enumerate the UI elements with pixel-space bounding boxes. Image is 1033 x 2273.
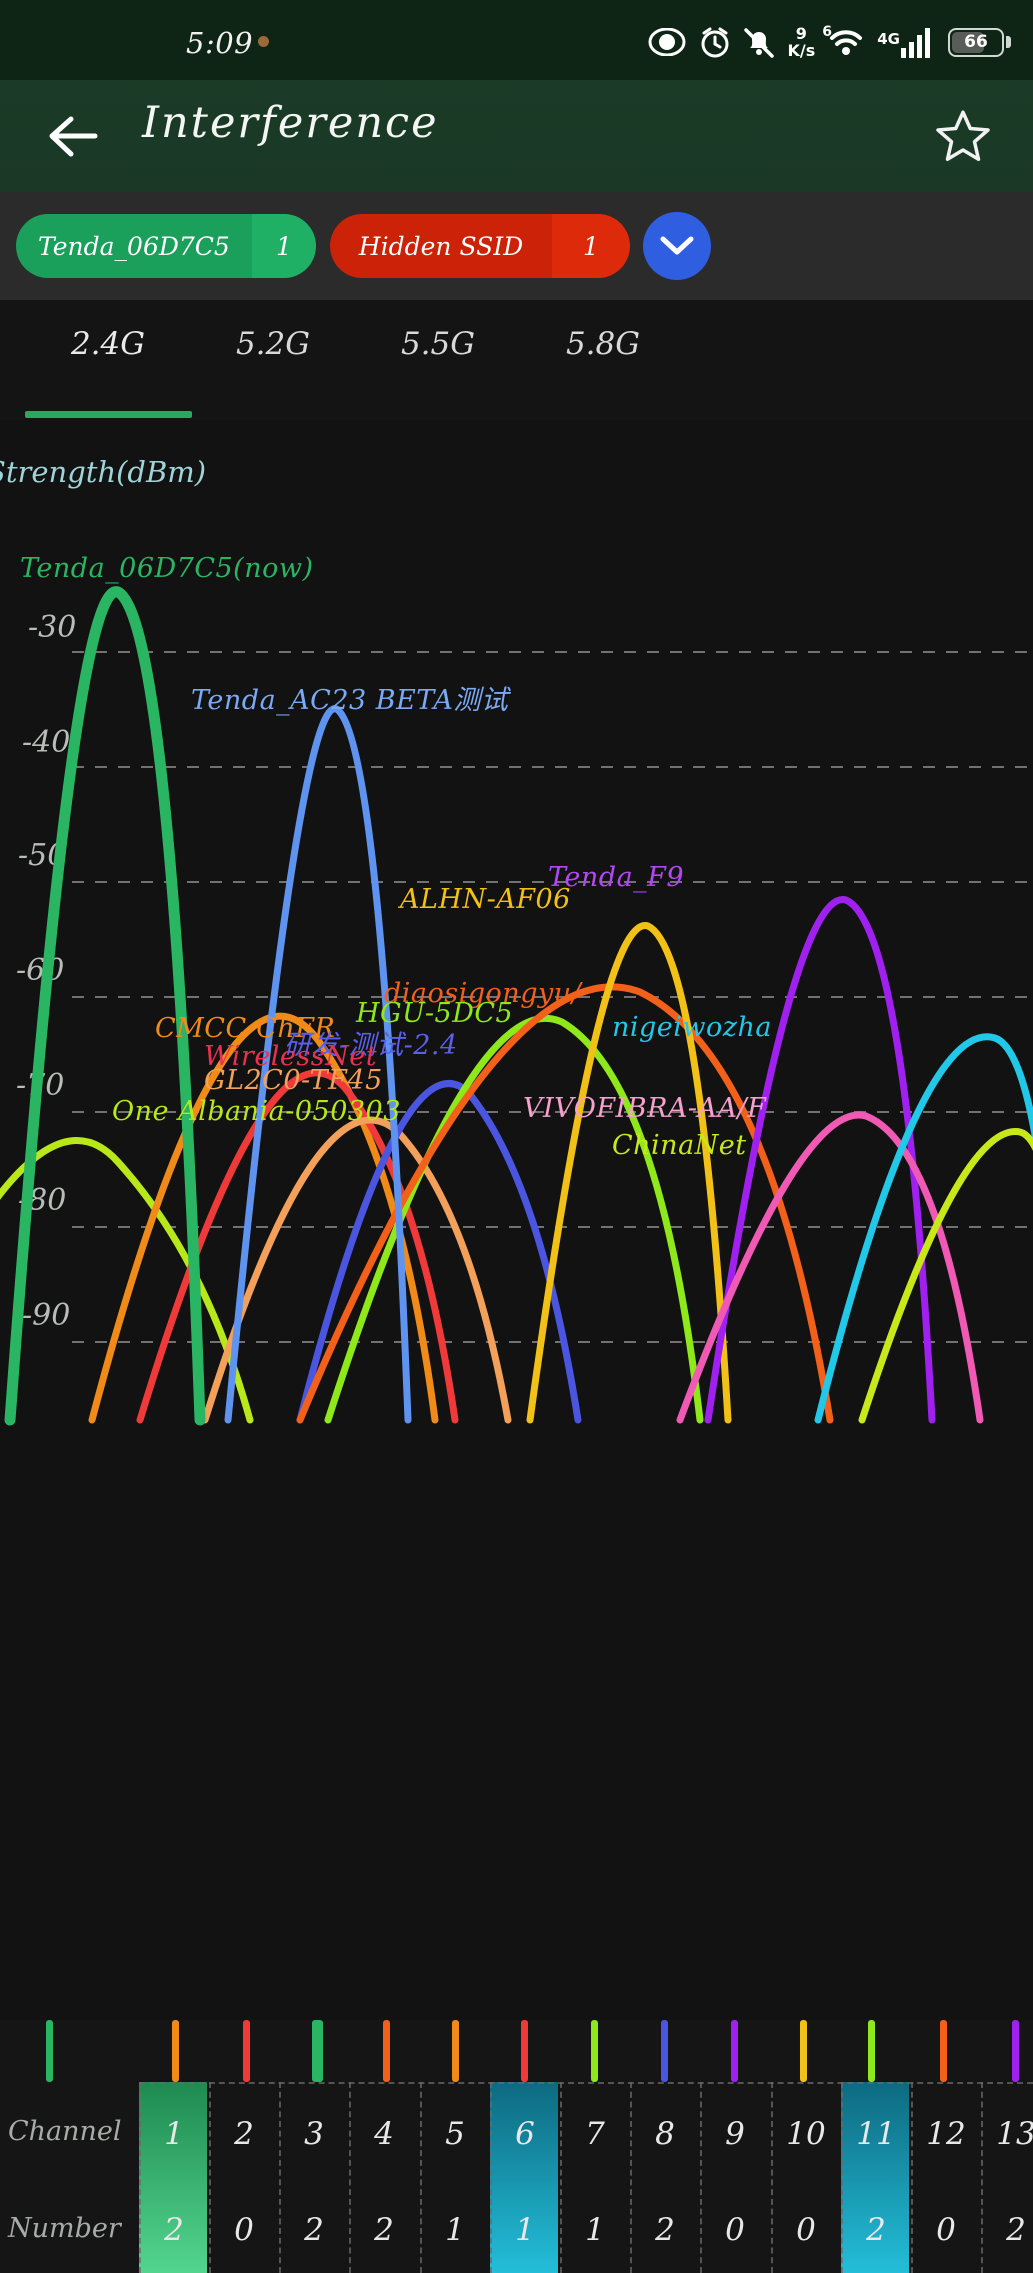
table-divider [139, 2082, 1033, 2084]
favorite-button[interactable] [933, 106, 993, 166]
arrow-left-icon [49, 116, 98, 157]
ssid-chip-label: Hidden SSID [358, 231, 524, 261]
channel-cell[interactable]: 9 [700, 2110, 770, 2158]
status-bar-clock: 5:09 [186, 26, 254, 60]
tab-5-8g[interactable]: 5.8G [513, 326, 693, 396]
chevron-down-icon [660, 236, 694, 255]
number-cell: 2 [655, 2212, 675, 2248]
ssid-filter-bar: Tenda_06D7C5 1 Hidden SSID 1 [0, 192, 1033, 300]
channel-tick-mark [800, 2020, 807, 2082]
channel-cell[interactable]: 8 [630, 2110, 700, 2158]
number-cell: 0 [234, 2212, 254, 2248]
ssid-chip-count: 1 [251, 214, 316, 278]
channel-tick-mark [383, 2020, 390, 2082]
ssid-annotation: GL2C0-TF45 [204, 1065, 383, 1096]
ssid-chip-count: 1 [552, 214, 630, 278]
number-cell: 1 [585, 2212, 605, 2248]
channel-cell[interactable]: 4 [349, 2110, 419, 2158]
eye-icon [648, 28, 686, 56]
tab-5-5g[interactable]: 5.5G [348, 326, 528, 396]
channel-tick-mark [243, 2020, 250, 2082]
interference-chart[interactable]: Strength(dBm) -30 -40 -50 -60 -70 -80 -9… [0, 420, 1033, 2020]
ssid-annotation: Tenda_06D7C5(now) [20, 553, 314, 584]
band-tabs: 2.4G 5.2G 5.5G 5.8G [0, 300, 1033, 420]
channel-tick-mark [521, 2020, 528, 2082]
tab-active-indicator [24, 411, 192, 418]
number-cell: 1 [445, 2212, 465, 2248]
channel-tick-mark [591, 2020, 598, 2082]
signal-bars-icon: 4G [877, 26, 935, 58]
number-cell: 2 [1006, 2212, 1026, 2248]
star-outline-icon [936, 110, 990, 161]
number-cell: 2 [164, 2212, 184, 2248]
channel-tick-mark [661, 2020, 668, 2082]
signal-curves [0, 586, 1033, 1426]
recording-indicator-dot [258, 36, 269, 47]
battery-percent-label: 66 [964, 32, 988, 52]
bell-muted-icon [744, 26, 775, 58]
number-cell: 2 [374, 2212, 394, 2248]
channel-cell[interactable]: 13 [981, 2110, 1033, 2158]
number-cell: 0 [936, 2212, 956, 2248]
channel-cell[interactable]: 6 [490, 2110, 560, 2158]
ssid-annotation: nigeiwozha [612, 1012, 772, 1043]
channel-cell[interactable]: 11 [841, 2110, 911, 2158]
ssid-chip-hidden[interactable]: Hidden SSID 1 [330, 214, 630, 278]
channel-tick-mark [868, 2020, 875, 2082]
tab-5-2g[interactable]: 5.2G [183, 326, 363, 396]
channel-cell[interactable]: 2 [209, 2110, 279, 2158]
ssid-annotation: ChinaNet [612, 1130, 747, 1161]
tab-2-4g[interactable]: 2.4G [18, 326, 198, 418]
page-title: Interference [142, 98, 439, 148]
ssid-annotation: Tenda_F9 [548, 862, 685, 893]
channel-cell[interactable]: 1 [139, 2110, 209, 2158]
expand-filters-button[interactable] [643, 212, 711, 280]
table-row-label-channel: Channel [8, 2116, 122, 2147]
ssid-annotation: VIVOFIBRA-AA/F [523, 1093, 767, 1124]
ssid-chip-label: Tenda_06D7C5 [38, 231, 230, 261]
channel-tick-mark [731, 2020, 738, 2082]
ssid-annotation: One Albania-050303 [112, 1096, 401, 1127]
number-cell: 2 [866, 2212, 886, 2248]
channel-cell[interactable]: 5 [420, 2110, 490, 2158]
back-button[interactable] [44, 110, 100, 162]
number-cell: 1 [515, 2212, 535, 2248]
app-bar: Interference [0, 80, 1033, 192]
channel-tick-mark [172, 2020, 179, 2082]
battery-icon: 66 [948, 27, 1011, 57]
status-bar-icons: 9 K/s 6 4G 66 [648, 20, 1011, 64]
alarm-clock-icon [699, 26, 731, 58]
channel-cell[interactable]: 12 [911, 2110, 981, 2158]
number-cell: 0 [796, 2212, 816, 2248]
channel-tick-mark [940, 2020, 947, 2082]
wifi-icon: 6 [822, 24, 864, 57]
status-bar: 5:09 9 K/s 6 4G 66 [0, 0, 1033, 80]
channel-cell[interactable]: 7 [560, 2110, 630, 2158]
channel-tick-mark [1012, 2020, 1019, 2082]
channel-tick-mark [312, 2020, 323, 2082]
channel-tick-mark [452, 2020, 459, 2082]
channel-cell[interactable]: 10 [771, 2110, 841, 2158]
table-row-label-number: Number [8, 2213, 121, 2244]
ssid-annotation: Tenda_AC23 BETA测试 [191, 685, 509, 716]
ssid-annotation: ALHN-AF06 [400, 884, 571, 915]
channel-cell[interactable]: 3 [279, 2110, 349, 2158]
channel-tick-mark [46, 2020, 53, 2082]
ssid-chip-tenda[interactable]: Tenda_06D7C5 1 [16, 214, 316, 278]
channel-table: Channel Number 1 2 3 4 5 6 7 8 9 10 11 1… [0, 2020, 1033, 2273]
number-cell: 2 [304, 2212, 324, 2248]
number-cell: 0 [725, 2212, 745, 2248]
network-speed-icon: 9 K/s [787, 23, 816, 60]
